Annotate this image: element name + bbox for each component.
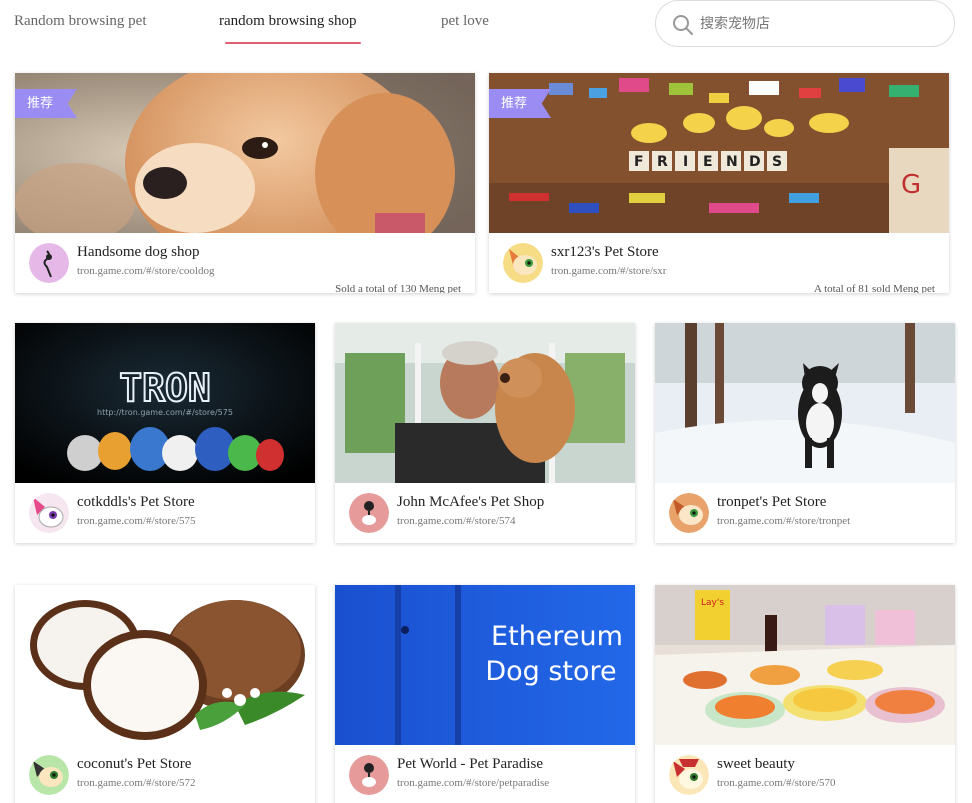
store-url: tron.game.com/#/store/572 xyxy=(77,777,196,789)
store-url: tron.game.com/#/store/570 xyxy=(717,777,836,789)
ethereum-banner-line2: Dog store xyxy=(485,656,616,687)
store-url: tron.game.com/#/store/sxr xyxy=(551,265,667,277)
store-cover-image xyxy=(335,323,635,483)
store-avatar xyxy=(503,243,543,283)
featured-store-card[interactable]: 推荐 Handsome dog shop tron.game.com/#/sto… xyxy=(15,73,475,293)
tron-url-text: http://tron.game.com/#/store/575 xyxy=(97,408,233,417)
store-cover-image xyxy=(15,73,475,233)
search-input[interactable] xyxy=(700,11,940,37)
store-url: tron.game.com/#/store/tronpet xyxy=(717,515,851,527)
store-name[interactable]: coconut's Pet Store xyxy=(77,756,191,773)
svg-text:Lay's: Lay's xyxy=(701,598,724,608)
store-url: tron.game.com/#/store/574 xyxy=(397,515,516,527)
tab-random-browsing-pet[interactable]: Random browsing pet xyxy=(14,13,147,30)
svg-text:R: R xyxy=(657,154,668,170)
sold-count: A total of 81 sold Meng pet xyxy=(814,283,935,293)
svg-text:D: D xyxy=(749,154,761,170)
top-nav: Random browsing pet random browsing shop… xyxy=(0,0,972,60)
store-name[interactable]: sxr123's Pet Store xyxy=(551,244,659,261)
store-name[interactable]: cotkddls's Pet Store xyxy=(77,494,195,511)
store-avatar xyxy=(349,755,389,795)
store-url: tron.game.com/#/store/cooldog xyxy=(77,265,215,277)
store-avatar xyxy=(669,493,709,533)
svg-text:I: I xyxy=(683,154,688,170)
store-name[interactable]: Pet World - Pet Paradise xyxy=(397,756,543,773)
svg-text:F: F xyxy=(634,154,644,170)
store-avatar xyxy=(669,755,709,795)
store-card[interactable]: John McAfee's Pet Shop tron.game.com/#/s… xyxy=(335,323,635,543)
svg-text:S: S xyxy=(772,154,782,170)
svg-text:E: E xyxy=(703,154,713,170)
ethereum-banner-line1: Ethereum xyxy=(491,621,623,652)
store-url: tron.game.com/#/store/575 xyxy=(77,515,196,527)
tron-logo-text: TRON xyxy=(119,366,211,410)
store-cover-image xyxy=(655,323,955,483)
svg-text:G: G xyxy=(901,170,921,200)
search-icon xyxy=(673,15,693,35)
store-card[interactable]: tronpet's Pet Store tron.game.com/#/stor… xyxy=(655,323,955,543)
sold-count: Sold a total of 130 Meng pet xyxy=(335,283,461,293)
store-url: tron.game.com/#/store/petparadise xyxy=(397,777,550,789)
store-card[interactable]: Ethereum Dog store Pet World - Pet Parad… xyxy=(335,585,635,803)
tab-pet-love[interactable]: pet love xyxy=(441,13,489,30)
store-name[interactable]: John McAfee's Pet Shop xyxy=(397,494,544,511)
store-cover-image: Lay's xyxy=(655,585,955,745)
store-name[interactable]: sweet beauty xyxy=(717,756,795,773)
store-avatar xyxy=(349,493,389,533)
store-cover-image xyxy=(15,585,315,745)
store-avatar xyxy=(29,243,69,283)
store-cover-image: F R I E N D S G xyxy=(489,73,949,233)
store-card[interactable]: TRON http://tron.game.com/#/store/575 co… xyxy=(15,323,315,543)
active-tab-indicator xyxy=(225,42,361,44)
store-name[interactable]: tronpet's Pet Store xyxy=(717,494,826,511)
svg-text:N: N xyxy=(726,154,738,170)
tab-random-browsing-shop[interactable]: random browsing shop xyxy=(219,13,357,30)
recommended-badge: 推荐 xyxy=(15,89,78,118)
store-card[interactable]: coconut's Pet Store tron.game.com/#/stor… xyxy=(15,585,315,803)
store-cover-image: TRON http://tron.game.com/#/store/575 xyxy=(15,323,315,483)
store-cover-image: Ethereum Dog store xyxy=(335,585,635,745)
store-avatar xyxy=(29,755,69,795)
recommended-badge: 推荐 xyxy=(489,89,552,118)
featured-store-card[interactable]: F R I E N D S G 推荐 sxr123's Pet Store tr… xyxy=(489,73,949,293)
search-box[interactable] xyxy=(655,0,955,47)
store-name[interactable]: Handsome dog shop xyxy=(77,244,200,261)
store-avatar xyxy=(29,493,69,533)
store-card[interactable]: Lay's sweet beauty tron.game.com/#/store… xyxy=(655,585,955,803)
